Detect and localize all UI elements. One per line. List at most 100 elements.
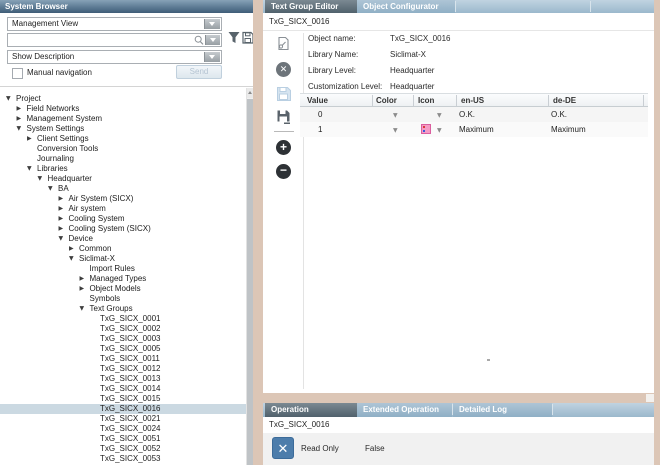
tree-item-management-system[interactable]: ▶Management System	[0, 114, 246, 124]
tab-detailed-log[interactable]: Detailed Log	[453, 403, 552, 417]
operation-panel: TxG_SICX_0016 ✕ Read Only False	[263, 417, 654, 465]
view-selector-dropdown[interactable]: Management View	[7, 17, 222, 31]
tree-item-txg-sicx-0052[interactable]: TxG_SICX_0052	[0, 444, 246, 454]
collapse-icon[interactable]: ▼	[69, 254, 79, 264]
tree-item-txg-sicx-0014[interactable]: TxG_SICX_0014	[0, 384, 246, 394]
tree-item-txg-sicx-0002[interactable]: TxG_SICX_0002	[0, 324, 246, 334]
expand-icon[interactable]: ▶	[17, 104, 27, 114]
expand-icon[interactable]: ▶	[69, 244, 79, 254]
save-icon[interactable]	[276, 86, 291, 101]
text-group-editor-content: ✕ + − Object name: TxG_SICX_0016 Library…	[263, 31, 654, 393]
tree-item-device[interactable]: ▼Device	[0, 234, 246, 244]
table-row[interactable]: 0 ▼ ▼ O.K. O.K.	[300, 107, 648, 122]
tree-item-libraries[interactable]: ▼Libraries	[0, 164, 246, 174]
collapse-icon[interactable]: ▼	[17, 124, 27, 134]
tree-item-symbols[interactable]: Symbols	[0, 294, 246, 304]
tree-item-txg-sicx-0012[interactable]: TxG_SICX_0012	[0, 364, 246, 374]
tree-item-txg-sicx-0024[interactable]: TxG_SICX_0024	[0, 424, 246, 434]
tree-item-text-groups[interactable]: ▼Text Groups	[0, 304, 246, 314]
column-divider[interactable]	[413, 95, 414, 106]
tree-item-siclimat-x[interactable]: ▼Siclimat-X	[0, 254, 246, 264]
collapse-icon[interactable]: ▼	[59, 234, 69, 244]
expand-icon[interactable]: ▶	[59, 224, 69, 234]
tab-text-group-editor[interactable]: Text Group Editor	[265, 0, 357, 13]
state-image-icon[interactable]	[421, 124, 431, 134]
manual-navigation-checkbox[interactable]	[12, 68, 23, 79]
tree-item-txg-sicx-0003[interactable]: TxG_SICX_0003	[0, 334, 246, 344]
tree-item-air-system-sicx-[interactable]: ▶Air System (SICX)	[0, 194, 246, 204]
tree-item-label: Symbols	[90, 294, 121, 304]
search-box[interactable]	[7, 33, 222, 47]
tab-object-configurator[interactable]: Object Configurator	[357, 0, 455, 13]
tree-item-txg-sicx-0001[interactable]: TxG_SICX_0001	[0, 314, 246, 324]
remove-row-icon[interactable]: −	[276, 164, 291, 179]
tab-operation[interactable]: Operation	[265, 403, 357, 417]
document-edit-icon[interactable]	[276, 36, 291, 51]
expand-icon[interactable]: ▶	[59, 204, 69, 214]
tree-item-txg-sicx-0051[interactable]: TxG_SICX_0051	[0, 434, 246, 444]
tree-scrollbar[interactable]	[246, 88, 253, 465]
send-button[interactable]: Send	[176, 65, 222, 79]
filter-icon[interactable]	[228, 31, 240, 46]
table-row[interactable]: 1 ▼ ▼ Maximum Maximum	[300, 122, 648, 137]
collapse-icon[interactable]: ▼	[27, 164, 37, 174]
tree-item-ba[interactable]: ▼BA	[0, 184, 246, 194]
tree-item-conversion-tools[interactable]: Conversion Tools	[0, 144, 246, 154]
cancel-icon[interactable]: ✕	[276, 62, 291, 77]
tree-item-cooling-system[interactable]: ▶Cooling System	[0, 214, 246, 224]
collapse-icon[interactable]: ▼	[6, 94, 16, 104]
column-divider[interactable]	[456, 95, 457, 106]
expand-icon[interactable]: ▶	[59, 194, 69, 204]
tree-item-field-networks[interactable]: ▶Field Networks	[0, 104, 246, 114]
tree-item-managed-types[interactable]: ▶Managed Types	[0, 274, 246, 284]
color-dropdown-icon[interactable]: ▼	[393, 108, 398, 123]
search-dropdown-icon[interactable]	[205, 35, 220, 45]
read-only-toggle-icon[interactable]: ✕	[272, 437, 294, 459]
vertical-splitter[interactable]	[253, 0, 263, 465]
tree-item-label: Headquarter	[48, 174, 92, 184]
tree-item-common[interactable]: ▶Common	[0, 244, 246, 254]
column-divider[interactable]	[548, 95, 549, 106]
tree-item-txg-sicx-0016[interactable]: TxG_SICX_0016	[0, 404, 246, 414]
expand-icon[interactable]: ▶	[17, 114, 27, 124]
tree-item-journaling[interactable]: Journaling	[0, 154, 246, 164]
cell-de-de: Maximum	[551, 122, 586, 137]
icon-dropdown-icon[interactable]: ▼	[437, 123, 442, 138]
tree-item-txg-sicx-0005[interactable]: TxG_SICX_0005	[0, 344, 246, 354]
column-header: Value	[307, 95, 328, 107]
tree-item-client-settings[interactable]: ▶Client Settings	[0, 134, 246, 144]
tree-item-system-settings[interactable]: ▼System Settings	[0, 124, 246, 134]
tree-item-txg-sicx-0053[interactable]: TxG_SICX_0053	[0, 454, 246, 464]
tab-extended-operation[interactable]: Extended Operation	[357, 403, 452, 417]
description-selector-dropdown[interactable]: Show Description	[7, 50, 222, 64]
collapse-icon[interactable]: ▼	[38, 174, 48, 184]
tree-item-object-models[interactable]: ▶Object Models	[0, 284, 246, 294]
search-input[interactable]	[9, 35, 192, 45]
add-row-icon[interactable]: +	[276, 140, 291, 155]
expand-icon[interactable]: ▶	[59, 214, 69, 224]
tree-item-txg-sicx-0011[interactable]: TxG_SICX_0011	[0, 354, 246, 364]
expand-icon[interactable]: ▶	[80, 284, 90, 294]
expand-icon[interactable]: ▶	[80, 274, 90, 284]
tree-item-headquarter[interactable]: ▼Headquarter	[0, 174, 246, 184]
column-divider[interactable]	[372, 95, 373, 106]
tree-item-label: TxG_SICX_0052	[100, 444, 160, 454]
expand-icon[interactable]: ▶	[27, 134, 37, 144]
tree-item-air-system[interactable]: ▶Air system	[0, 204, 246, 214]
collapse-icon[interactable]: ▼	[80, 304, 90, 314]
save-as-icon[interactable]	[276, 109, 291, 124]
chevron-down-icon[interactable]	[204, 19, 220, 29]
tree-item-import-rules[interactable]: Import Rules	[0, 264, 246, 274]
tree-item-label: Siclimat-X	[79, 254, 115, 264]
icon-dropdown-icon[interactable]: ▼	[437, 108, 442, 123]
horizontal-splitter[interactable]	[263, 393, 654, 403]
tree-item-project[interactable]: ▼Project	[0, 94, 246, 104]
tree-item-txg-sicx-0015[interactable]: TxG_SICX_0015	[0, 394, 246, 404]
chevron-down-icon[interactable]	[204, 52, 220, 62]
color-dropdown-icon[interactable]: ▼	[393, 123, 398, 138]
column-divider[interactable]	[643, 95, 644, 106]
collapse-icon[interactable]: ▼	[48, 184, 58, 194]
tree-item-txg-sicx-0021[interactable]: TxG_SICX_0021	[0, 414, 246, 424]
tree-item-txg-sicx-0013[interactable]: TxG_SICX_0013	[0, 374, 246, 384]
tree-item-cooling-system-sicx-[interactable]: ▶Cooling System (SICX)	[0, 224, 246, 234]
